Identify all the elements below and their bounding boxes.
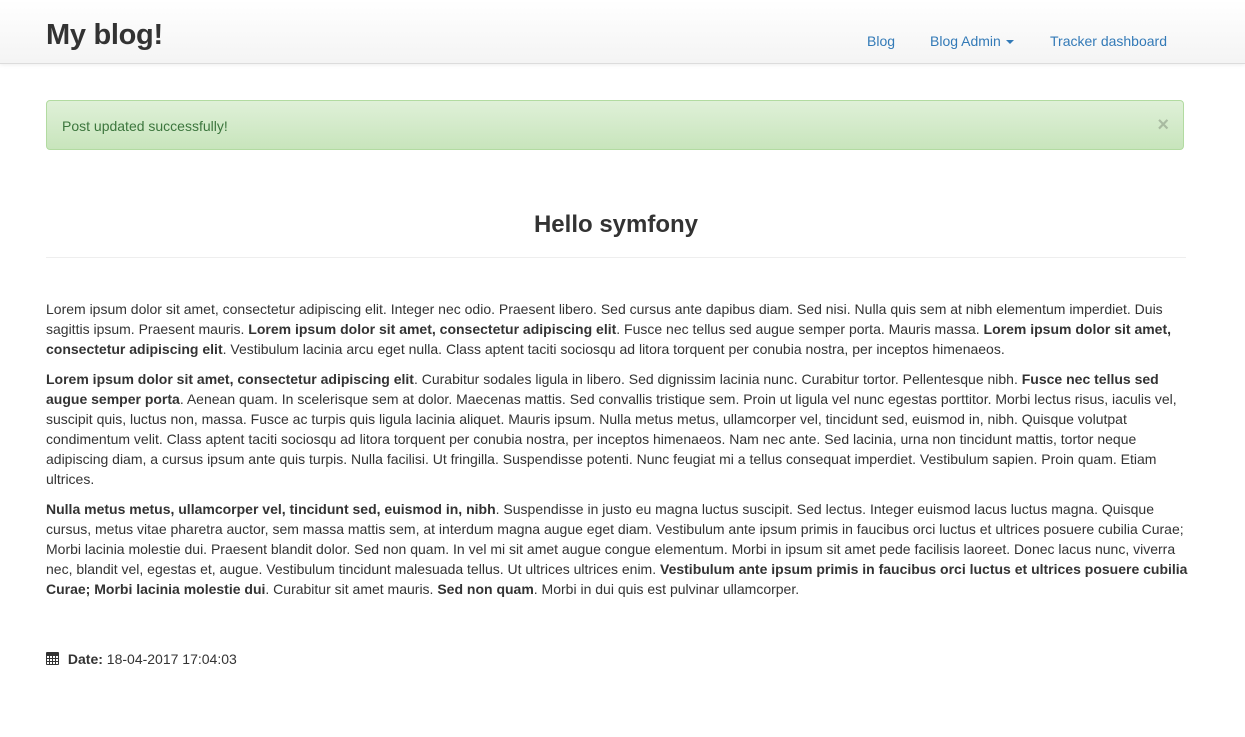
close-icon[interactable]: × bbox=[1157, 114, 1169, 136]
post-paragraph: Nulla metus metus, ullamcorper vel, tinc… bbox=[46, 499, 1189, 599]
date-value: 18-04-2017 17:04:03 bbox=[106, 651, 237, 667]
navbar: My blog! Blog Blog Admin Tracker dashboa… bbox=[0, 0, 1245, 64]
post-title: Hello symfony bbox=[533, 211, 699, 238]
bold-text: Sed non quam bbox=[437, 581, 534, 597]
nav-dropdown-blog-admin-label: Blog Admin bbox=[930, 33, 1001, 49]
bold-text: Lorem ipsum dolor sit amet, consectetur … bbox=[46, 371, 414, 387]
paragraph-text: . Aenean quam. In scelerisque sem at dol… bbox=[46, 391, 1177, 487]
calendar-icon bbox=[46, 652, 59, 665]
nav-link-tracker-dashboard[interactable]: Tracker dashboard bbox=[1050, 31, 1167, 51]
post-paragraph: Lorem ipsum dolor sit amet, consectetur … bbox=[46, 369, 1189, 489]
brand-title[interactable]: My blog! bbox=[46, 17, 163, 53]
bold-text: Nulla metus metus, ullamcorper vel, tinc… bbox=[46, 501, 496, 517]
title-divider bbox=[46, 257, 1186, 258]
paragraph-text: . Fusce nec tellus sed augue semper port… bbox=[616, 321, 984, 337]
nav-dropdown-blog-admin[interactable]: Blog Admin bbox=[930, 31, 1014, 51]
date-label: Date: bbox=[67, 651, 103, 667]
paragraph-text: . Vestibulum lacinia arcu eget nulla. Cl… bbox=[222, 341, 1005, 357]
bold-text: Lorem ipsum dolor sit amet, consectetur … bbox=[248, 321, 617, 337]
post-date: Date: 18-04-2017 17:04:03 bbox=[46, 649, 237, 669]
paragraph-text: . Morbi in dui quis est pulvinar ullamco… bbox=[533, 581, 800, 597]
post-body: Lorem ipsum dolor sit amet, consectetur … bbox=[46, 299, 1189, 609]
paragraph-text: . Curabitur sit amet mauris. bbox=[265, 581, 438, 597]
alert-message: Post updated successfully! bbox=[62, 118, 228, 134]
nav-link-blog[interactable]: Blog bbox=[867, 31, 895, 51]
success-alert: Post updated successfully! × bbox=[46, 100, 1184, 150]
caret-down-icon bbox=[1005, 40, 1014, 45]
paragraph-text: . Curabitur sodales ligula in libero. Se… bbox=[413, 371, 1022, 387]
post-paragraph: Lorem ipsum dolor sit amet, consectetur … bbox=[46, 299, 1189, 359]
